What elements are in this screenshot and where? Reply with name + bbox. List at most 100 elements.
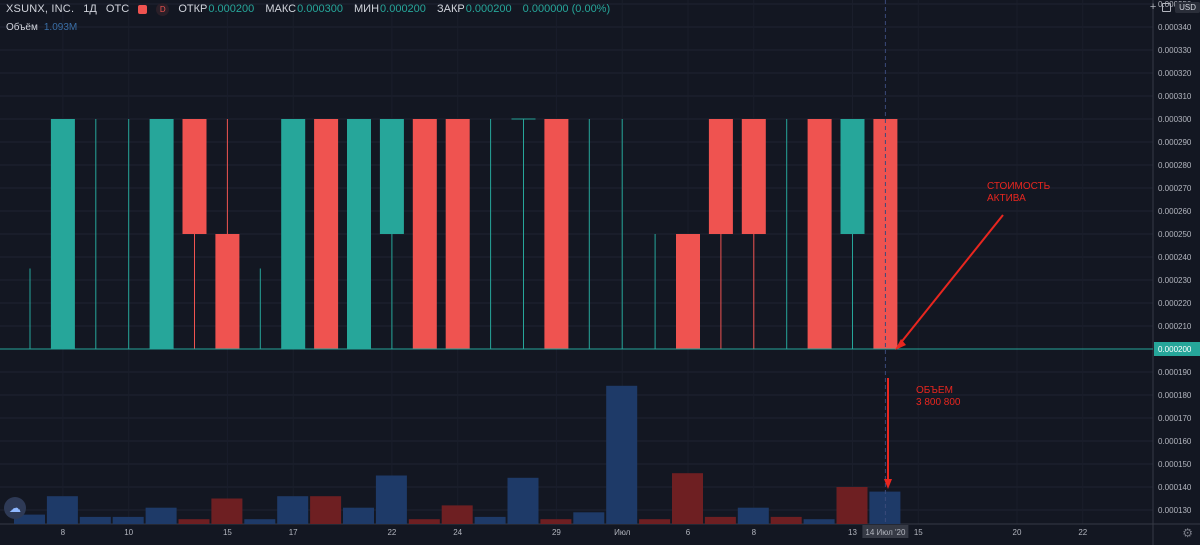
price-tick-label: 0.000280 <box>1158 161 1192 170</box>
time-tick-label: 22 <box>387 528 396 537</box>
price-tick-label: 0.000310 <box>1158 92 1192 101</box>
time-tick-label: 17 <box>289 528 298 537</box>
price-tick-label: 0.000290 <box>1158 138 1192 147</box>
volume-bar <box>211 498 243 524</box>
price-tick-label: 0.000190 <box>1158 368 1192 377</box>
price-tick-label: 0.000210 <box>1158 322 1192 331</box>
candle-body <box>182 119 207 234</box>
price-tick-label: 0.000330 <box>1158 46 1192 55</box>
volume-bar <box>606 385 638 524</box>
volume-annotation-line2: 3 800 800 <box>916 397 961 408</box>
price-tick-label: 0.000270 <box>1158 184 1192 193</box>
volume-bar <box>244 519 276 524</box>
time-tick-label: Июл <box>614 528 631 537</box>
candle-body <box>807 119 832 349</box>
volume-bar <box>408 519 440 524</box>
time-tick-label: 13 <box>848 528 857 537</box>
volume-legend: Объём 1.093M <box>6 22 77 33</box>
time-tick-label: 24 <box>453 528 462 537</box>
volume-bar <box>573 512 605 524</box>
volume-bar <box>178 519 210 524</box>
volume-bar <box>277 496 309 524</box>
volume-bar <box>737 507 769 524</box>
time-tick-label: 15 <box>223 528 232 537</box>
time-tick-label: 8 <box>61 528 66 537</box>
time-tick-label: 15 <box>914 528 923 537</box>
price-tick-label: 0.000340 <box>1158 23 1192 32</box>
high-value: 0.000300 <box>297 3 343 16</box>
candle-body <box>281 119 306 349</box>
candle-body <box>314 119 339 349</box>
change-value: 0.000000 (0.00%) <box>522 3 611 16</box>
time-tick-label: 8 <box>752 528 757 537</box>
candle-body <box>544 119 569 349</box>
price-tick-label: 0.000320 <box>1158 69 1192 78</box>
price-tick-label: 0.000260 <box>1158 207 1192 216</box>
candle-body <box>708 119 733 234</box>
symbol-name[interactable]: XSUNX, INC. <box>6 3 74 15</box>
lock-icon[interactable] <box>1162 2 1172 12</box>
high-label: МАКС <box>265 3 297 16</box>
volume-bar <box>836 487 868 524</box>
time-tick-label: 22 <box>1078 528 1087 537</box>
candle-body <box>741 119 766 234</box>
last-price-label: 0.000200 <box>1158 345 1192 354</box>
legend-header: XSUNX, INC. 1Д OTC D ОТКР0.000200 МАКС0.… <box>6 3 618 16</box>
volume-label[interactable]: Объём <box>6 22 38 33</box>
volume-bar <box>639 519 671 524</box>
price-tick-label: 0.000180 <box>1158 391 1192 400</box>
plus-icon[interactable]: + <box>1148 1 1158 13</box>
price-chart[interactable]: 0.0003500.0003400.0003300.0003200.000310… <box>0 0 1200 545</box>
volume-bar <box>770 516 802 524</box>
interval-badge: D <box>156 3 170 16</box>
gear-icon[interactable]: ⚙ <box>1182 526 1193 540</box>
price-tick-label: 0.000230 <box>1158 276 1192 285</box>
chart-background <box>0 0 1200 545</box>
volume-bar <box>441 505 473 524</box>
volume-bar <box>79 516 111 524</box>
volume-bar <box>672 473 703 524</box>
low-value: 0.000200 <box>380 3 426 16</box>
close-label: ЗАКР <box>436 3 465 16</box>
time-tick-label: 6 <box>686 528 691 537</box>
volume-bar <box>704 516 736 524</box>
flag-icon[interactable] <box>138 5 148 14</box>
candle-body <box>215 234 240 349</box>
volume-bar <box>145 507 177 524</box>
price-tick-label: 0.000300 <box>1158 115 1192 124</box>
axis-controls: + USD <box>1148 0 1200 14</box>
open-label: ОТКР <box>178 3 208 16</box>
time-tick-label: 10 <box>124 528 133 537</box>
price-tick-label: 0.000160 <box>1158 437 1192 446</box>
candle-body <box>149 119 174 349</box>
volume-bar <box>507 477 539 524</box>
volume-bar <box>343 507 374 524</box>
candle-body <box>676 234 700 349</box>
exchange: OTC <box>105 3 130 16</box>
volume-bar <box>310 496 342 524</box>
price-tick-label: 0.000150 <box>1158 460 1192 469</box>
tradingview-logo-icon[interactable]: ☁ <box>4 497 26 519</box>
candle-body <box>445 119 470 349</box>
interval[interactable]: 1Д <box>83 3 97 15</box>
open-value: 0.000200 <box>208 3 255 16</box>
candle-body <box>412 119 437 349</box>
volume-bar <box>474 516 506 524</box>
volume-bar <box>46 496 78 524</box>
volume-annotation: ОБЪЕМ 3 800 800 <box>916 385 961 409</box>
price-tick-label: 0.000140 <box>1158 483 1192 492</box>
volume-annotation-line1: ОБЪЕМ <box>916 385 953 396</box>
candle-body <box>347 119 371 349</box>
time-tick-label: 14 Июл '20 <box>865 528 906 537</box>
candle-body <box>50 119 75 349</box>
currency-badge[interactable]: USD <box>1175 1 1200 13</box>
volume-value: 1.093M <box>43 22 78 33</box>
volume-bar <box>375 475 407 524</box>
close-value: 0.000200 <box>465 3 512 16</box>
volume-bar <box>803 519 835 524</box>
price-annotation-line2: АКТИВА <box>987 193 1026 204</box>
candle-body <box>840 119 865 234</box>
price-tick-label: 0.000250 <box>1158 230 1192 239</box>
volume-bar <box>540 519 572 524</box>
low-label: МИН <box>354 3 380 16</box>
